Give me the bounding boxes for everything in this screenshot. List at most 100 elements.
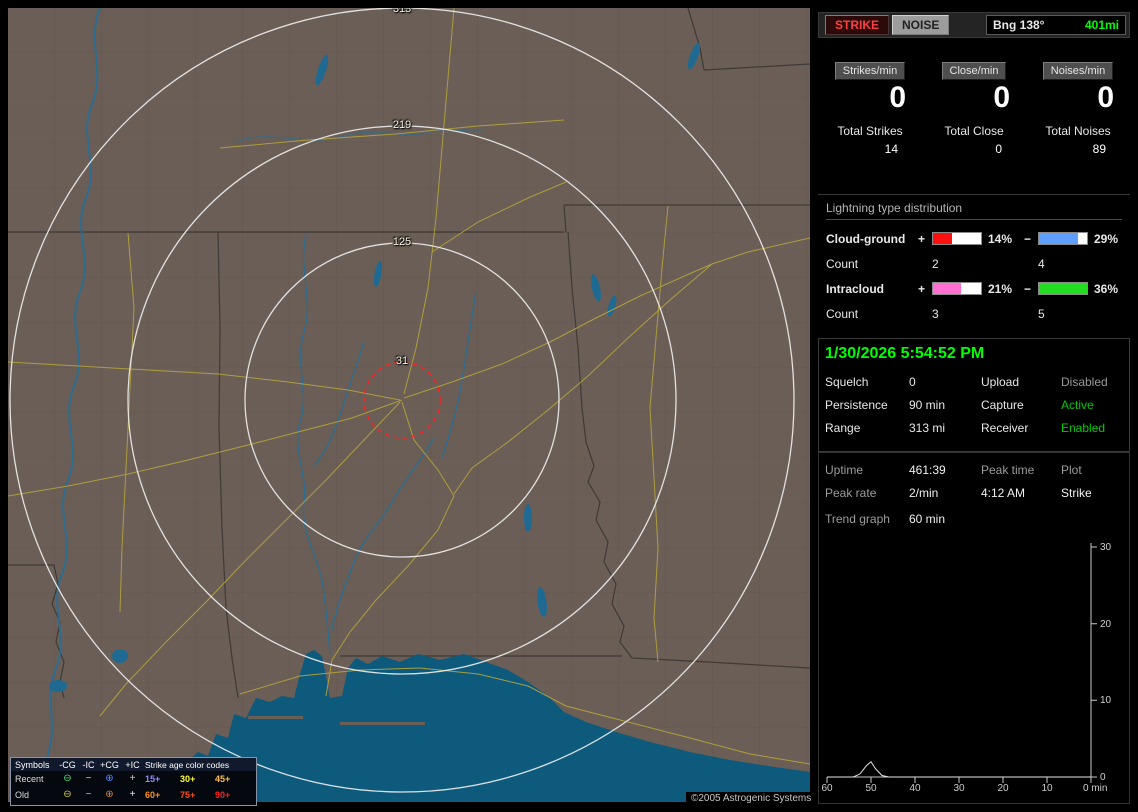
uptime-label: Uptime xyxy=(825,463,864,477)
range-value: 313 mi xyxy=(909,421,946,435)
cg-negative-bar-fill xyxy=(1039,233,1078,244)
x-tick-10: 10 xyxy=(1041,783,1053,794)
age-code-45: 45+ xyxy=(215,774,231,784)
ic-positive-bar xyxy=(932,282,982,295)
x-tick-30: 30 xyxy=(953,783,965,794)
legend-recent-row: Recent ⊖ − ⊕ + 15+ 30+ 45+ xyxy=(11,771,256,787)
recent-neg-cg-icon: ⊖ xyxy=(63,773,72,784)
distribution-grid: Cloud-ground + 14% − 29% Count 2 4 Intra… xyxy=(826,226,1122,326)
intracloud-label: Intracloud xyxy=(826,281,885,296)
strikes-rate-column: Strikes/min 0 Total Strikes 14 xyxy=(818,56,922,182)
cg-positive-count: 2 xyxy=(932,256,939,271)
bearing-readout-box: Bng 138° 401mi xyxy=(986,15,1126,35)
upload-label: Upload xyxy=(981,375,1020,389)
status-panel: STRIKE NOISE Bng 138° 401mi Strikes/min … xyxy=(818,8,1130,804)
legend-col-pos-ic: +IC xyxy=(125,759,140,770)
legend-age-header: Strike age color codes xyxy=(145,759,230,770)
age-code-90: 90+ xyxy=(215,790,231,800)
legend-old-row: Old ⊖ − ⊕ + 60+ 75+ 90+ xyxy=(11,787,256,803)
range-ring-label-219: 219 xyxy=(392,119,412,131)
cg-negative-pct: 29% xyxy=(1094,231,1119,246)
old-pos-ic-icon: + xyxy=(129,789,136,800)
plot-label: Plot xyxy=(1061,463,1082,477)
age-code-75: 75+ xyxy=(180,790,196,800)
legend-col-pos-cg: +CG xyxy=(100,759,119,770)
legend-col-neg-cg: -CG xyxy=(59,759,76,770)
squelch-label: Squelch xyxy=(825,375,869,389)
upload-status: Disabled xyxy=(1061,375,1108,389)
cg-negative-bar xyxy=(1038,232,1088,245)
status-section: 1/30/2026 5:54:52 PM Squelch 0 Upload Di… xyxy=(818,338,1130,452)
trend-window-value: 60 min xyxy=(909,512,946,526)
old-neg-cg-icon: ⊖ xyxy=(63,789,72,800)
close-rate-column: Close/min 0 Total Close 0 xyxy=(922,56,1026,182)
x-tick-0: 0 min xyxy=(1083,783,1108,794)
old-neg-ic-icon: − xyxy=(85,789,92,800)
noises-rate-column: Noises/min 0 Total Noises 89 xyxy=(1026,56,1130,182)
trend-graph-label: Trend graph xyxy=(825,512,890,526)
legend-col-neg-ic: -IC xyxy=(82,759,95,770)
recent-neg-ic-icon: − xyxy=(85,773,92,784)
total-strikes-value: 14 xyxy=(884,142,898,156)
stats-section: Uptime 461:39 Peak time Plot Peak rate 2… xyxy=(818,452,1130,804)
trend-line xyxy=(827,760,1091,778)
ic-negative-pct: 36% xyxy=(1094,281,1119,296)
receiver-label: Receiver xyxy=(981,421,1029,435)
strikes-per-min-value: 0 xyxy=(889,81,906,114)
recent-pos-cg-icon: ⊕ xyxy=(105,773,114,784)
plot-value: Strike xyxy=(1061,486,1092,500)
cg-positive-bar xyxy=(932,232,982,245)
peak-time-label: Peak time xyxy=(981,463,1035,477)
ic-negative-bar-fill xyxy=(1039,283,1087,294)
noises-per-min-value: 0 xyxy=(1097,81,1114,114)
cg-plus-sign: + xyxy=(918,231,926,246)
strike-legend: Symbols -CG -IC +CG +IC Strike age color… xyxy=(10,757,257,806)
ic-plus-sign: + xyxy=(918,281,926,296)
trend-row: Trend graph 60 min xyxy=(819,500,1129,526)
x-tick-20: 20 xyxy=(997,783,1009,794)
barrier-island xyxy=(248,716,303,719)
map-view[interactable]: 313 219 125 31 xyxy=(8,8,810,802)
total-close-value: 0 xyxy=(995,142,1002,156)
total-noises-value: 89 xyxy=(1092,142,1106,156)
copyright-text: ©2005 Astrogenic Systems xyxy=(686,792,817,805)
age-code-15: 15+ xyxy=(145,774,161,784)
ic-positive-count: 3 xyxy=(932,306,939,321)
mode-toolbar: STRIKE NOISE Bng 138° 401mi xyxy=(818,12,1130,38)
ic-negative-count: 5 xyxy=(1038,306,1045,321)
trend-graph: 30 20 10 0 60 50 40 30 20 10 0 min xyxy=(819,537,1129,803)
x-tick-60: 60 xyxy=(821,783,833,794)
age-code-30: 30+ xyxy=(180,774,196,784)
stats-grid: Uptime 461:39 Peak time Plot Peak rate 2… xyxy=(819,453,1129,500)
peak-rate-value: 2/min xyxy=(909,486,939,500)
settings-grid: Squelch 0 Upload Disabled Persistence 90… xyxy=(825,375,1129,435)
legend-header-row: Symbols -CG -IC +CG +IC Strike age color… xyxy=(11,758,256,771)
peak-rate-label: Peak rate xyxy=(825,486,877,500)
receiver-status: Enabled xyxy=(1061,421,1106,435)
strikes-per-min-chip: Strikes/min xyxy=(834,62,906,80)
bearing-distance-value: 401mi xyxy=(1084,18,1119,32)
cg-positive-pct: 14% xyxy=(988,231,1013,246)
bearing-value: Bng 138° xyxy=(993,18,1045,32)
lightning-distribution-section: Lightning type distribution Cloud-ground… xyxy=(818,194,1130,336)
ic-count-label: Count xyxy=(826,306,859,321)
rate-counters: Strikes/min 0 Total Strikes 14 Close/min… xyxy=(818,56,1130,182)
x-tick-40: 40 xyxy=(909,783,921,794)
peak-time-value: 4:12 AM xyxy=(981,486,1026,500)
range-ring-label-313: 313 xyxy=(392,8,412,15)
legend-old-label: Old xyxy=(15,790,30,800)
persistence-label: Persistence xyxy=(825,398,888,412)
ic-positive-bar-fill xyxy=(933,283,961,294)
range-label: Range xyxy=(825,421,861,435)
cg-count-label: Count xyxy=(826,256,859,271)
y-tick-20: 20 xyxy=(1100,619,1112,630)
noise-mode-button[interactable]: NOISE xyxy=(892,15,950,35)
y-tick-30: 30 xyxy=(1100,542,1112,553)
cg-positive-bar-fill xyxy=(933,233,952,244)
uptime-value: 461:39 xyxy=(909,463,946,477)
barrier-island xyxy=(340,722,425,725)
nexstorm-window: { "window": { "copyright": "©2005 Astrog… xyxy=(0,0,1138,812)
total-close-label: Total Close xyxy=(944,124,1004,138)
strike-mode-button[interactable]: STRIKE xyxy=(825,15,890,35)
persistence-value: 90 min xyxy=(909,398,946,412)
